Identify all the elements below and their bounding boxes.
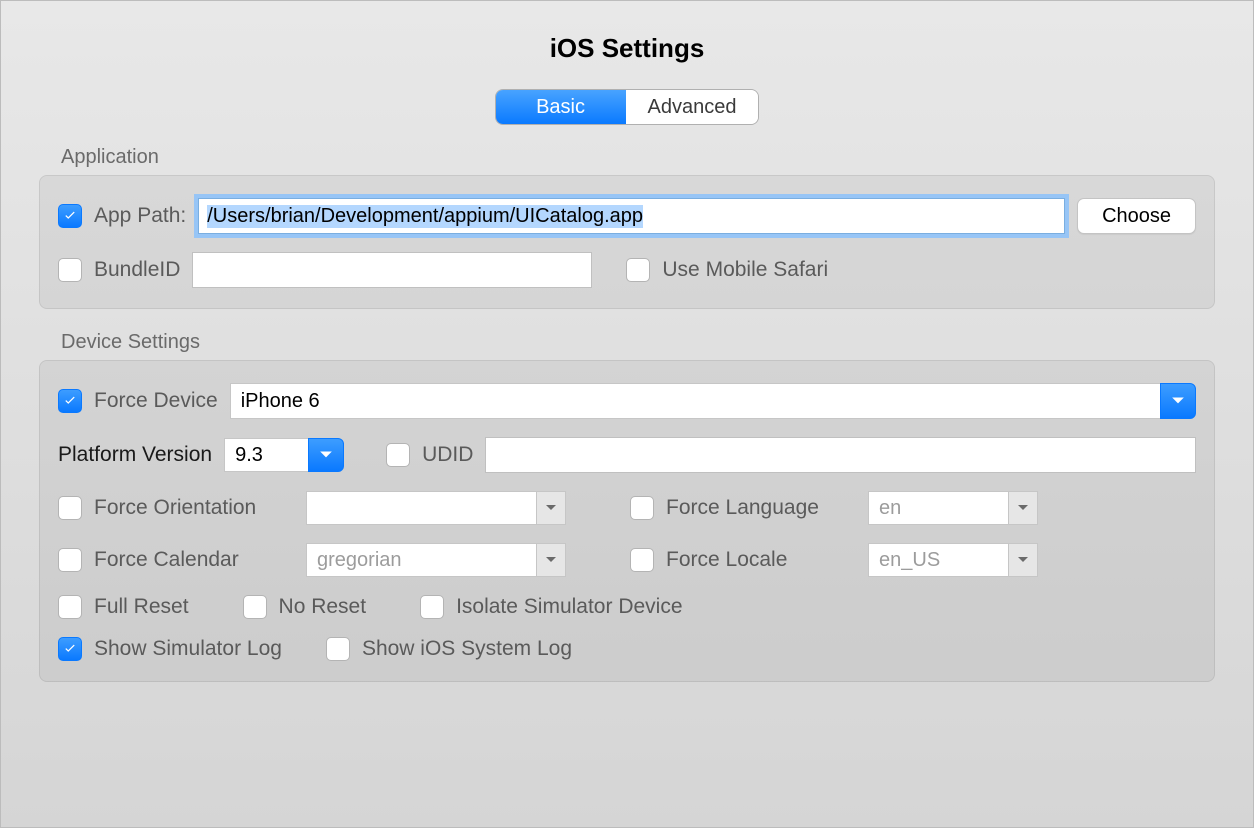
force-language-value: en [868,491,1008,525]
isolate-sim-checkbox[interactable] [420,595,444,619]
no-reset-label: No Reset [279,595,367,619]
tab-basic[interactable]: Basic [496,90,626,124]
application-section-label: Application [61,146,1215,169]
bundle-id-input[interactable] [192,252,592,288]
platform-version-select[interactable]: 9.3 [224,438,344,472]
bundle-id-label: BundleID [94,258,180,282]
app-path-label: App Path: [94,204,186,228]
mobile-safari-label: Use Mobile Safari [662,258,828,282]
no-reset-checkbox[interactable] [243,595,267,619]
force-language-checkbox[interactable] [630,496,654,520]
force-device-value: iPhone 6 [230,383,1160,419]
force-orientation-select[interactable] [306,491,566,525]
show-sim-log-checkbox[interactable] [58,637,82,661]
platform-version-label: Platform Version [58,443,212,467]
show-sim-log-label: Show Simulator Log [94,637,282,661]
force-device-checkbox[interactable] [58,389,82,413]
application-group: App Path: Choose BundleID Use Mobile Saf… [39,175,1215,309]
force-orientation-value [306,491,536,525]
checkmark-icon [63,394,77,408]
app-path-checkbox[interactable] [58,204,82,228]
force-language-select[interactable]: en [868,491,1038,525]
force-calendar-select[interactable]: gregorian [306,543,566,577]
force-orientation-checkbox[interactable] [58,496,82,520]
force-language-label: Force Language [666,496,856,520]
chevron-down-icon [308,438,344,472]
chevron-down-icon [1160,383,1196,419]
chevron-down-icon [536,491,566,525]
force-calendar-label: Force Calendar [94,548,294,572]
show-sys-log-label: Show iOS System Log [362,637,572,661]
page-title: iOS Settings [1,33,1253,64]
isolate-sim-label: Isolate Simulator Device [456,595,682,619]
tab-bar: Basic Advanced [1,90,1253,124]
full-reset-checkbox[interactable] [58,595,82,619]
force-locale-checkbox[interactable] [630,548,654,572]
show-sys-log-checkbox[interactable] [326,637,350,661]
chevron-down-icon [536,543,566,577]
mobile-safari-checkbox[interactable] [626,258,650,282]
platform-version-value: 9.3 [224,438,308,472]
choose-button[interactable]: Choose [1077,198,1196,234]
app-path-input[interactable] [198,198,1065,234]
force-locale-value: en_US [868,543,1008,577]
force-calendar-checkbox[interactable] [58,548,82,572]
device-group: Force Device iPhone 6 Platform Version 9… [39,360,1215,682]
force-locale-select[interactable]: en_US [868,543,1038,577]
udid-label: UDID [422,443,473,467]
tab-advanced[interactable]: Advanced [626,90,759,124]
full-reset-label: Full Reset [94,595,189,619]
checkmark-icon [63,209,77,223]
bundle-id-checkbox[interactable] [58,258,82,282]
device-section-label: Device Settings [61,331,1215,354]
force-calendar-value: gregorian [306,543,536,577]
udid-input[interactable] [485,437,1196,473]
force-orientation-label: Force Orientation [94,496,294,520]
force-locale-label: Force Locale [666,548,856,572]
force-device-select[interactable]: iPhone 6 [230,383,1196,419]
force-device-label: Force Device [94,389,218,413]
chevron-down-icon [1008,491,1038,525]
checkmark-icon [63,642,77,656]
udid-checkbox[interactable] [386,443,410,467]
chevron-down-icon [1008,543,1038,577]
